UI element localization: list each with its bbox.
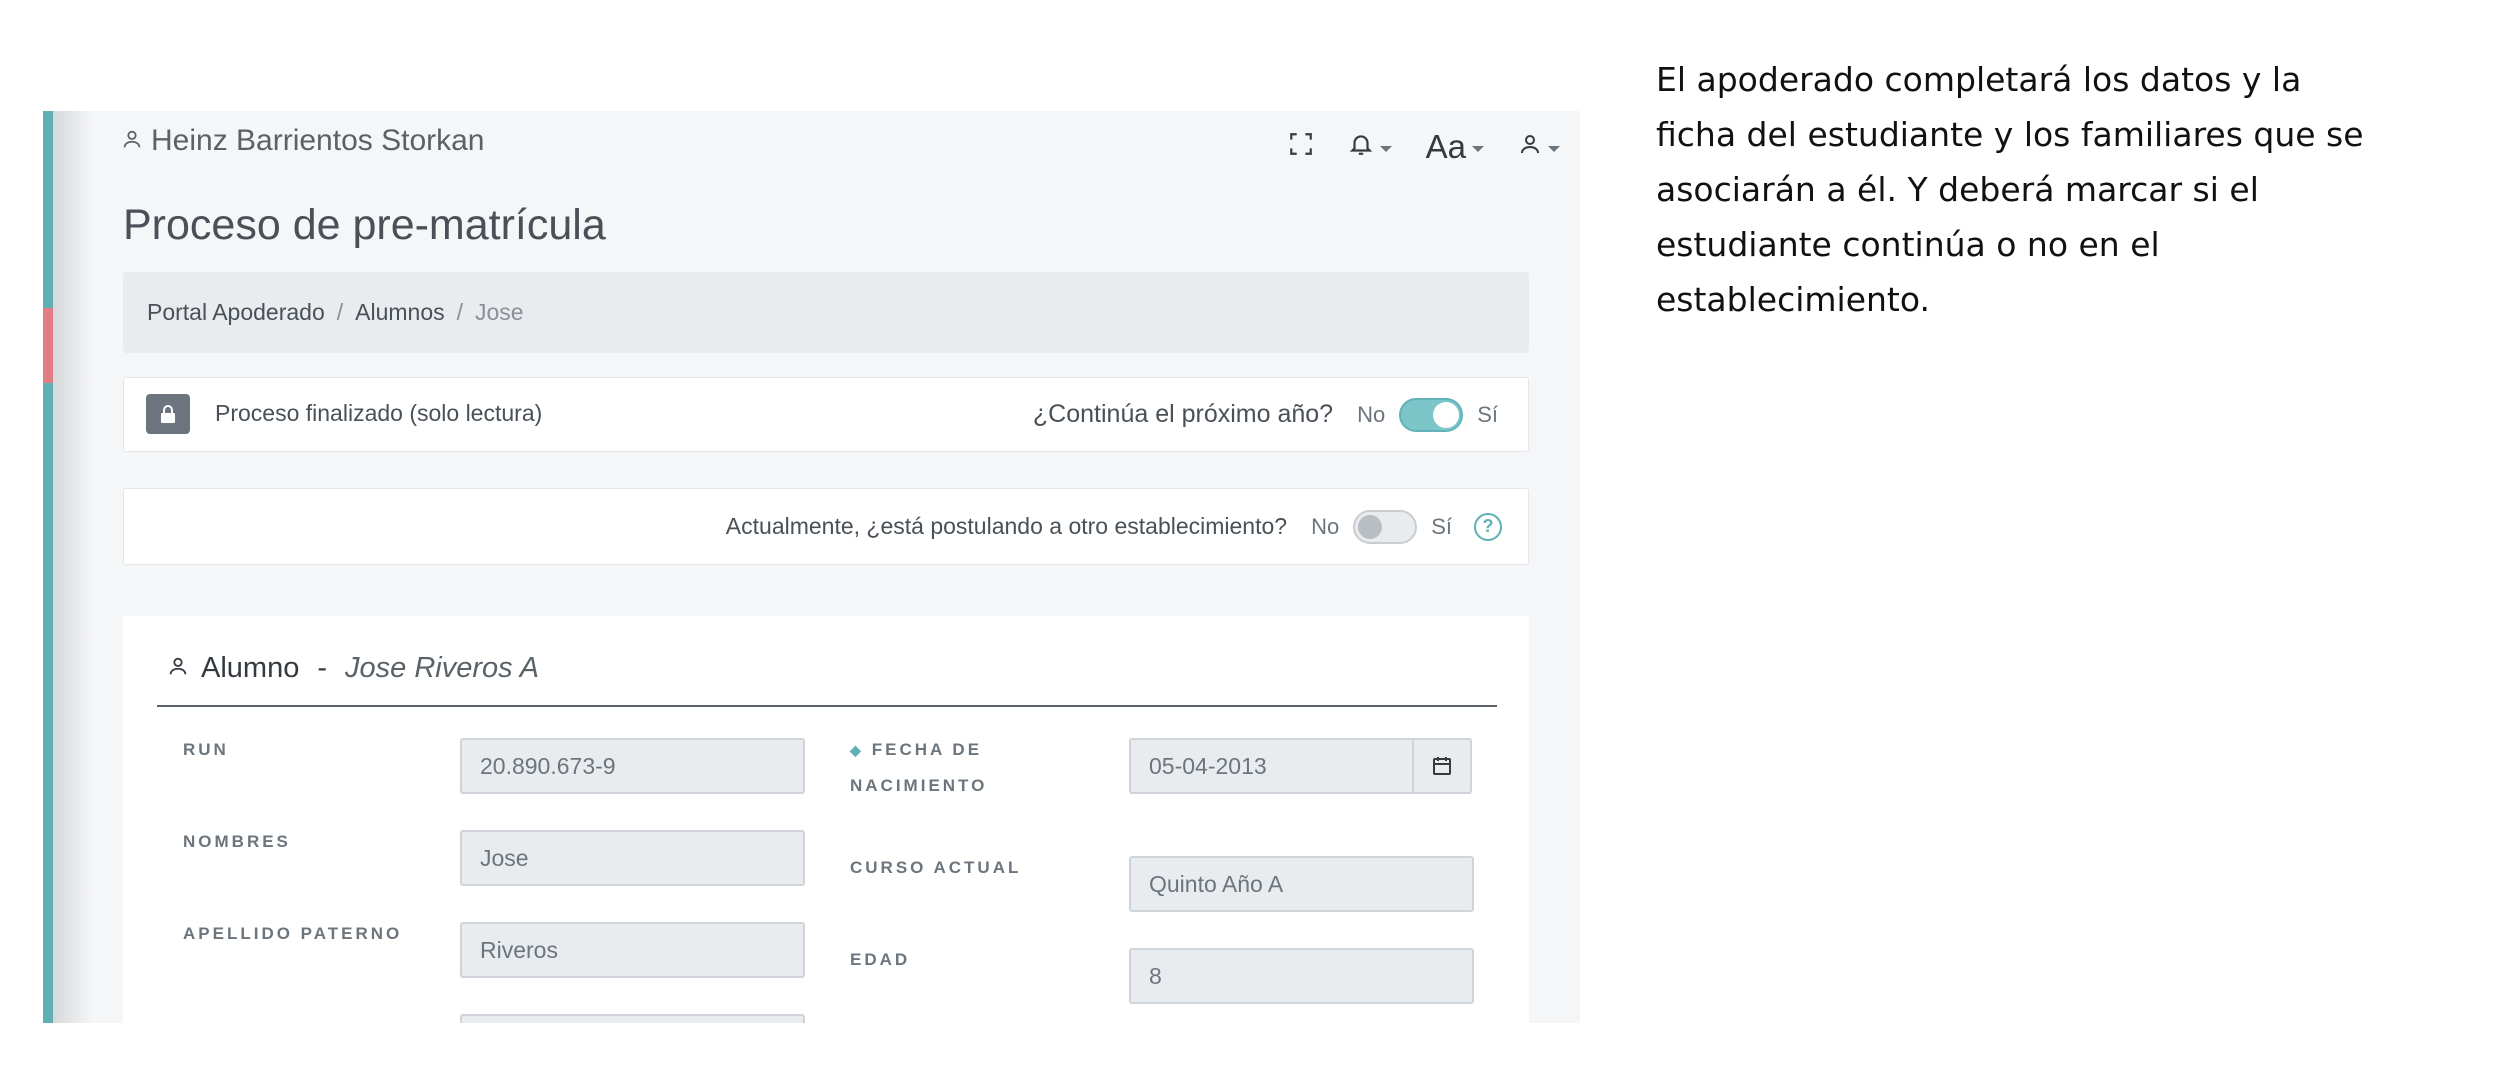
process-status-text: Proceso finalizado (solo lectura) bbox=[215, 400, 543, 426]
user-name-label: Heinz Barrientos Storkan bbox=[151, 124, 485, 157]
sidebar-shadow bbox=[53, 111, 93, 1023]
header-actions: Aa bbox=[1288, 128, 1560, 166]
chevron-down-icon bbox=[1472, 145, 1484, 152]
section-divider bbox=[157, 705, 1497, 707]
toggle-yes-label: Sí bbox=[1431, 513, 1452, 539]
continue-question: ¿Continúa el próximo año? bbox=[1032, 400, 1334, 428]
font-size-menu[interactable]: Aa bbox=[1426, 128, 1484, 166]
chevron-down-icon bbox=[1379, 145, 1392, 152]
nombres-field[interactable]: Jose bbox=[460, 830, 805, 886]
toggle-yes-label: Sí bbox=[1477, 401, 1498, 427]
notifications-menu[interactable] bbox=[1348, 131, 1392, 164]
user-icon bbox=[167, 652, 189, 685]
section-title-separator: - bbox=[317, 652, 327, 684]
apellido-materno-field[interactable] bbox=[460, 1014, 805, 1023]
help-icon[interactable]: ? bbox=[1474, 512, 1502, 541]
run-field[interactable]: 20.890.673-9 bbox=[460, 738, 805, 794]
continue-toggle[interactable] bbox=[1399, 397, 1464, 432]
chevron-down-icon bbox=[1548, 145, 1560, 152]
breadcrumb-item-current: Jose bbox=[475, 299, 524, 325]
breadcrumb-item-alumnos[interactable]: Alumnos bbox=[355, 299, 444, 326]
required-icon: ◆ bbox=[850, 742, 864, 758]
page-title: Proceso de pre-matrícula bbox=[123, 201, 606, 249]
calendar-icon[interactable] bbox=[1412, 738, 1472, 794]
fecha-label-line-2: NACIMIENTO bbox=[850, 776, 988, 795]
apellido-paterno-field[interactable]: Riveros bbox=[460, 922, 805, 978]
continue-next-year-control: ¿Continúa el próximo año? No Sí bbox=[1033, 378, 1498, 451]
header-user: Heinz Barrientos Storkan bbox=[121, 124, 485, 158]
fullscreen-icon[interactable] bbox=[1288, 131, 1314, 164]
user-icon bbox=[121, 124, 143, 158]
lock-icon bbox=[146, 394, 190, 434]
student-section: Alumno - Jose Riveros A RUN 20.890.673-9… bbox=[123, 616, 1529, 1023]
breadcrumb: Portal Apoderado / Alumnos / Jose bbox=[123, 272, 1529, 353]
fecha-label-line-1: FECHA DE bbox=[871, 740, 983, 759]
font-size-icon: Aa bbox=[1425, 128, 1466, 165]
sidebar-active-marker bbox=[43, 308, 53, 383]
curso-actual-field[interactable]: Quinto Año A bbox=[1129, 856, 1474, 912]
student-name: Jose Riveros A bbox=[345, 652, 539, 684]
toggle-knob bbox=[1358, 514, 1383, 539]
apply-other-school-control: Actualmente, ¿está postulando a otro est… bbox=[726, 489, 1502, 564]
run-label: RUN bbox=[183, 740, 229, 759]
sidebar-edge bbox=[43, 111, 53, 1023]
edad-label: EDAD bbox=[850, 950, 911, 969]
toggle-knob bbox=[1433, 401, 1460, 428]
breadcrumb-separator: / bbox=[456, 299, 464, 325]
bell-icon bbox=[1348, 131, 1374, 164]
edad-field[interactable]: 8 bbox=[1129, 948, 1474, 1004]
apply-other-school-card: Actualmente, ¿está postulando a otro est… bbox=[123, 488, 1529, 565]
student-section-title: Alumno - Jose Riveros A bbox=[167, 652, 539, 685]
nombres-label: NOMBRES bbox=[183, 832, 291, 851]
apply-question: Actualmente, ¿está postulando a otro est… bbox=[725, 513, 1288, 539]
breadcrumb-item-portal[interactable]: Portal Apoderado bbox=[147, 299, 325, 326]
apply-toggle[interactable] bbox=[1353, 509, 1418, 544]
toggle-no-label: No bbox=[1311, 513, 1340, 539]
user-menu[interactable] bbox=[1518, 132, 1560, 163]
fecha-nacimiento-field[interactable]: 05-04-2013 bbox=[1129, 738, 1414, 794]
curso-actual-label: CURSO ACTUAL bbox=[850, 858, 1022, 877]
fecha-nacimiento-label: ◆ FECHA DE NACIMIENTO bbox=[850, 732, 987, 803]
status-card: Proceso finalizado (solo lectura) ¿Conti… bbox=[123, 377, 1529, 452]
breadcrumb-separator: / bbox=[336, 299, 344, 325]
apellido-paterno-label: APELLIDO PATERNO bbox=[183, 924, 403, 943]
user-menu-icon bbox=[1518, 132, 1542, 163]
toggle-no-label: No bbox=[1357, 401, 1386, 427]
slide-description: El apoderado completará los datos y la f… bbox=[1656, 60, 2364, 319]
screenshot-panel: Heinz Barrientos Storkan Aa Proceso de p… bbox=[43, 111, 1580, 1023]
section-title-label: Alumno bbox=[201, 652, 300, 684]
